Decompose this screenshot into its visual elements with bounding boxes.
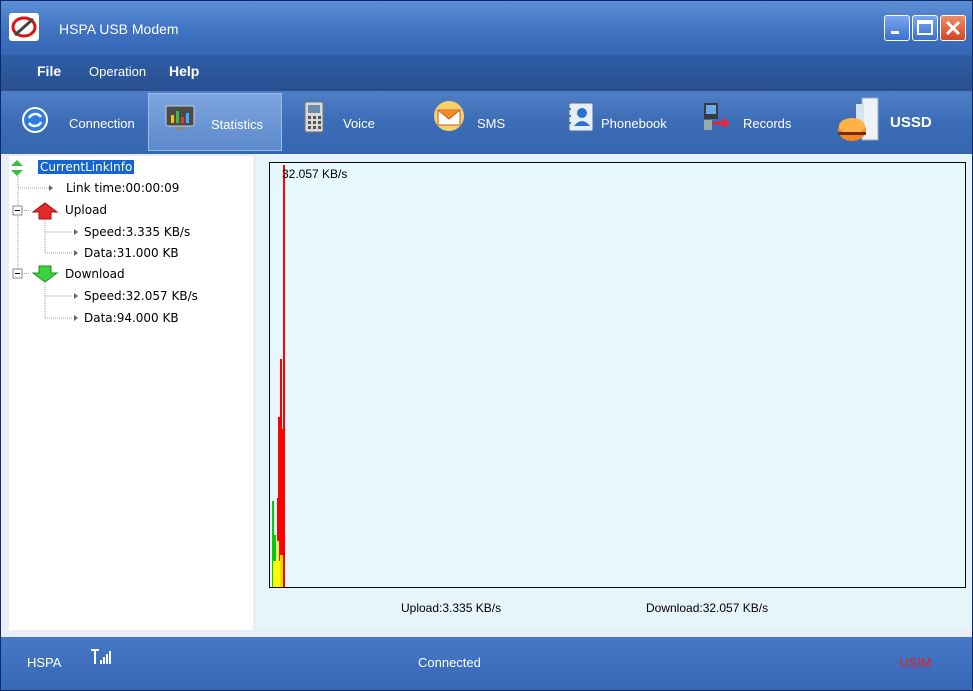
statistics-icon [165, 105, 195, 130]
link-info-tree: CurrentLinkInfo Link time:00:00:09 Uploa… [9, 156, 253, 630]
sim-type: USIM [899, 655, 932, 670]
tab-voice-label: Voice [343, 116, 375, 131]
tab-sms-label: SMS [477, 116, 506, 131]
tab-connection[interactable]: Connection [15, 93, 145, 151]
tab-phonebook[interactable]: Phonebook [567, 93, 685, 151]
signal-strength-icon [91, 649, 111, 664]
menu-file[interactable]: File [37, 63, 61, 79]
connection-status: Connected [418, 655, 481, 670]
window-title: HSPA USB Modem [59, 21, 179, 37]
overlap-bar [277, 541, 279, 587]
envelope-icon [434, 101, 464, 131]
tab-statistics-label: Statistics [211, 117, 264, 132]
minimize-icon [891, 31, 899, 34]
graph-peak-label: 32.057 KB/s [282, 167, 348, 181]
phonebook-icon [567, 102, 594, 132]
modem-logo-icon [9, 13, 39, 41]
close-button[interactable] [940, 15, 966, 41]
records-icon [704, 103, 731, 130]
maximize-button[interactable] [912, 15, 938, 41]
tree-upload[interactable]: Upload [65, 203, 107, 217]
tab-records[interactable]: Records [701, 93, 813, 151]
tab-sms[interactable]: SMS [431, 93, 531, 151]
download-bar [283, 165, 285, 587]
modem-window: HSPA USB Modem File Operation Help Conne… [0, 0, 973, 691]
tab-records-label: Records [743, 116, 792, 131]
menu-help[interactable]: Help [169, 63, 199, 79]
minimize-button[interactable] [884, 15, 910, 41]
link-info-icon [11, 160, 23, 176]
upload-arrow-icon [31, 202, 59, 220]
tree-link-time[interactable]: Link time:00:00:09 [66, 181, 179, 195]
tab-statistics[interactable]: Statistics [148, 93, 282, 151]
toolbar: Connection Statistics Voice SMS Phoneboo… [1, 91, 972, 154]
tree-root-current-link-info[interactable]: CurrentLinkInfo [38, 160, 135, 174]
throughput-plot [272, 165, 285, 587]
throughput-graph [269, 162, 966, 588]
phone-icon [304, 101, 324, 133]
download-speed-footer: Download:32.057 KB/s [646, 601, 769, 615]
tree-upload-speed[interactable]: Speed:3.335 KB/s [84, 225, 190, 239]
tree-download-data[interactable]: Data:94.000 KB [84, 311, 179, 325]
title-bar: HSPA USB Modem [1, 1, 972, 55]
status-bar: HSPA Connected USIM [1, 637, 972, 690]
tab-ussd[interactable]: USSD [836, 93, 946, 151]
close-icon [945, 20, 961, 36]
network-type: HSPA [27, 655, 62, 670]
download-arrow-icon [31, 265, 59, 283]
tree-upload-data[interactable]: Data:31.000 KB [84, 246, 179, 260]
menu-operation[interactable]: Operation [89, 64, 146, 79]
overlap-bar [280, 555, 283, 587]
connection-icon [22, 107, 48, 133]
tree-download-speed[interactable]: Speed:32.057 KB/s [84, 289, 198, 303]
menu-bar: File Operation Help [1, 55, 972, 91]
tree-download[interactable]: Download [65, 267, 125, 281]
maximize-icon [917, 20, 933, 35]
upload-speed-footer: Upload:3.335 KB/s [401, 601, 502, 615]
tab-phonebook-label: Phonebook [601, 116, 667, 131]
tab-connection-label: Connection [69, 116, 135, 131]
ussd-icon [838, 97, 879, 141]
tab-voice[interactable]: Voice [297, 93, 387, 151]
tab-ussd-label: USSD [890, 114, 932, 131]
